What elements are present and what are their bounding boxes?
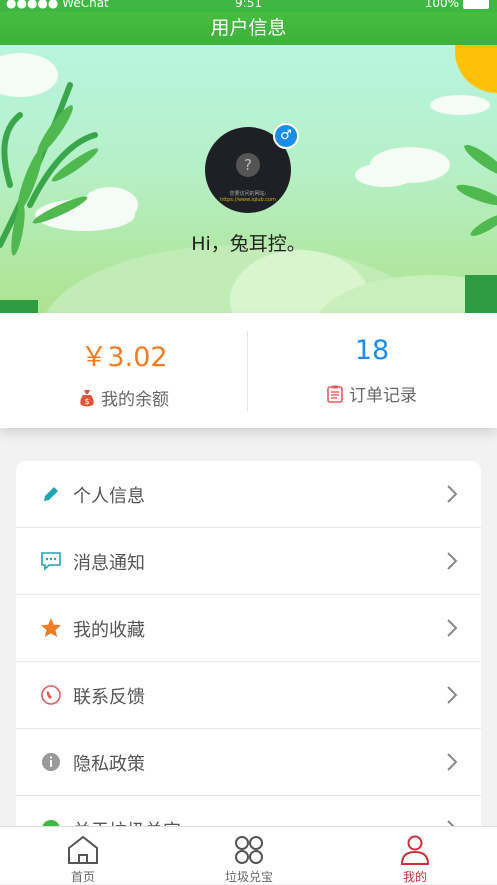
chevron-right-icon [447,619,458,637]
grid-icon [235,836,263,864]
balance-label-row: $ 我的余额 [0,385,248,410]
clipboard-icon [327,385,343,403]
menu-item-privacy[interactable]: 隐私政策 [16,729,481,796]
tab-exchange[interactable]: 垃圾兑宝 [166,827,332,884]
menu-item-label: 联系反馈 [73,687,145,708]
nav-bar: 用户信息 [0,12,497,45]
settings-menu: 个人信息 消息通知 我的收藏 联系反馈 隐私政策 [16,461,481,881]
account-stats: ￥3.02 $ 我的余额 18 订单记录 [0,313,497,428]
svg-text:$: $ [84,397,89,406]
placeholder-question-icon: ? [236,153,260,177]
pencil-icon [44,487,58,501]
chevron-right-icon [447,686,458,704]
menu-item-feedback[interactable]: 联系反馈 [16,662,481,729]
phone-icon [41,685,61,705]
avatar-caption: 您要访问的网站: [229,191,267,197]
menu-item-label: 消息通知 [73,553,145,574]
tab-bar: 首页 垃圾兑宝 我的 [0,826,497,884]
user-icon [400,835,430,865]
menu-item-messages[interactable]: 消息通知 [16,528,481,595]
orders-label-row: 订单记录 [248,381,496,406]
menu-item-label: 我的收藏 [73,620,145,641]
menu-item-label: 隐私政策 [73,754,145,775]
chevron-right-icon [447,552,458,570]
info-icon [42,753,60,771]
male-gender-icon: ♂ [273,123,299,149]
status-bar: ●●●●● WeChat 9:51 100% [0,0,497,12]
profile-banner: ? 您要访问的网站: https://www.iqiub.com ♂ Hi，兔耳… [0,45,497,313]
money-bag-icon: $ [80,390,94,407]
balance-label: 我的余额 [101,390,169,410]
greeting-text: Hi，兔耳控。 [191,233,306,255]
orders-label: 订单记录 [349,386,417,406]
tab-label: 首页 [70,870,95,884]
battery-percent: 100% [424,0,459,10]
balance-stat[interactable]: ￥3.02 $ 我的余额 [0,313,248,428]
message-icon [41,552,61,571]
avatar-url: https://www.iqiub.com [220,197,276,203]
tab-home[interactable]: 首页 [0,827,166,884]
orders-stat[interactable]: 18 订单记录 [248,313,496,428]
page-title: 用户信息 [210,17,287,39]
battery-icon [463,0,489,9]
chevron-right-icon [447,485,458,503]
home-icon [68,835,98,864]
balance-value: ￥3.02 [80,342,168,373]
menu-item-label: 个人信息 [73,486,145,507]
chevron-right-icon [447,753,458,771]
tab-label: 我的 [402,870,427,884]
status-time: 9:51 [235,0,262,10]
orders-value: 18 [354,335,390,366]
tab-label: 垃圾兑宝 [224,870,273,884]
battery-indicator: 100% [425,0,489,9]
star-icon [41,618,61,637]
tab-mine[interactable]: 我的 [332,827,497,884]
menu-item-favorites[interactable]: 我的收藏 [16,595,481,662]
menu-item-profile[interactable]: 个人信息 [16,461,481,528]
